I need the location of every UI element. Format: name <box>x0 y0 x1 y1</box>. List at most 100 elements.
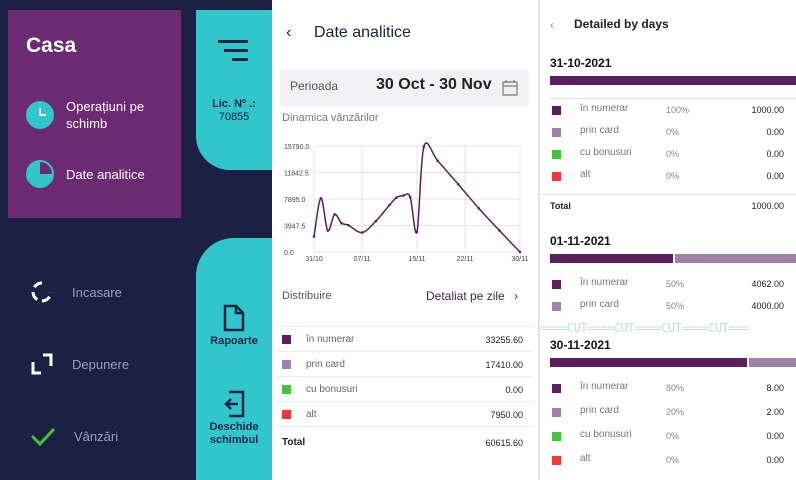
chart-title: Dinamica vânzărilor <box>282 112 379 124</box>
row-value: 0.00 <box>766 431 784 441</box>
y-tick-label: 7895.0 <box>284 197 306 204</box>
open-shift-button[interactable]: Deschide schimbul <box>196 390 272 447</box>
row-value: 0.00 <box>766 149 784 159</box>
page-title: Detailed by days <box>574 17 669 31</box>
data-point <box>395 196 398 199</box>
legend-swatch <box>552 172 561 181</box>
list-item: alt 0% 0.00 <box>540 450 796 472</box>
distribution-list: în numerar 33255.60 prin card 17410.00 c… <box>276 326 533 456</box>
data-point <box>408 195 412 199</box>
x-tick-label: 15/11 <box>409 256 426 263</box>
legend-swatch <box>282 360 291 369</box>
list-item: prin card 50% 4000.00 <box>540 296 796 318</box>
detailed-by-days-panel: ‹ Detailed by days 31-10-2021 în numerar… <box>538 0 796 480</box>
pie-chart-icon <box>26 160 54 188</box>
period-selector[interactable]: Perioada 30 Oct - 30 Nov <box>280 70 529 106</box>
row-label: prin card <box>580 125 619 136</box>
data-point <box>360 231 364 234</box>
cut-marker: ====CUT====CUT====CUT====CUT=== <box>540 321 749 335</box>
row-value: 0.00 <box>505 385 523 395</box>
row-label: cu bonusuri <box>580 147 632 158</box>
total-row: Total 1000.00 <box>540 194 796 216</box>
period-value: 30 Oct - 30 Nov <box>376 76 492 93</box>
back-chevron-icon[interactable]: ‹ <box>286 24 291 42</box>
row-label: în numerar <box>580 381 629 392</box>
reports-button[interactable]: Rapoarte <box>196 304 272 348</box>
legend-swatch <box>552 408 561 417</box>
y-tick-label: 3947.5 <box>284 224 306 231</box>
calendar-icon[interactable] <box>502 79 518 96</box>
analytics-header: ‹ Date analitice <box>276 0 533 64</box>
period-label: Perioada <box>290 79 339 93</box>
row-value: 0.00 <box>766 455 784 465</box>
row-label: cu bonusuri <box>306 384 358 395</box>
row-value: 1000.00 <box>751 105 784 115</box>
y-tick-label: 15790.0 <box>284 144 309 151</box>
row-label: prin card <box>580 299 619 310</box>
legend-swatch <box>552 456 561 465</box>
total-label: Total <box>282 437 306 448</box>
legend-swatch <box>282 385 291 394</box>
y-tick-label: 11842.5 <box>284 171 309 178</box>
row-value: 0.00 <box>766 171 784 181</box>
menu-item-label: Incasare <box>72 284 122 300</box>
divider <box>550 98 796 99</box>
day-distribution-bar <box>550 358 796 367</box>
row-label: alt <box>306 409 317 420</box>
day-date: 01-11-2021 <box>550 234 611 248</box>
data-point <box>422 145 426 148</box>
detail-by-days-link[interactable]: Detaliat pe zile › <box>426 289 518 303</box>
total-value: 1000.00 <box>751 201 784 211</box>
strip-bottom-block: Rapoarte Deschide schimbul <box>196 238 272 480</box>
list-item: în numerar 80% 8.00 <box>540 378 796 400</box>
day-date: 31-10-2021 <box>550 56 612 70</box>
data-point <box>498 229 501 232</box>
license-number: 70855 <box>218 111 250 123</box>
chevron-right-icon: › <box>514 289 519 303</box>
list-item: prin card 20% 2.00 <box>540 402 796 424</box>
data-point <box>347 223 350 227</box>
license-info: Lic. Nº .: 70855 <box>196 98 272 124</box>
row-percent: 0% <box>666 171 680 181</box>
menu-item-depunere[interactable]: Depunere <box>30 352 129 376</box>
back-chevron-icon[interactable]: ‹ <box>550 18 554 32</box>
row-percent: 50% <box>666 301 685 311</box>
menu-item-label: Operațiuni pe schimb <box>66 99 145 131</box>
data-point <box>312 235 316 238</box>
row-percent: 80% <box>666 383 685 393</box>
list-item: alt 7950.00 <box>276 401 533 426</box>
x-tick-label: 30/11 <box>512 256 529 263</box>
x-tick-label: 31/10 <box>305 256 323 263</box>
menu-item-incasare[interactable]: Incasare <box>30 280 122 304</box>
row-label: alt <box>580 169 591 180</box>
sales-line-chart: 0.0 3947.5 7895.0 11842.5 15790.0 31/10 07/11 1… <box>284 142 529 263</box>
row-value: 0.00 <box>766 127 784 137</box>
side-menu-panel: Casa Operațiuni pe schimb Date analitice… <box>0 0 272 480</box>
row-label: prin card <box>580 405 619 416</box>
license-label: Lic. Nº .: <box>212 98 256 110</box>
menu-item-vanzari[interactable]: Vânzări <box>30 424 118 448</box>
row-label: în numerar <box>306 334 355 345</box>
row-value: 2.00 <box>766 407 784 417</box>
analytics-panel: ‹ Date analitice Perioada 30 Oct - 30 No… <box>276 0 533 480</box>
bar-segment <box>748 358 796 367</box>
x-tick-label: 07/11 <box>354 256 371 263</box>
list-item: în numerar 100% 1000.00 <box>540 100 796 122</box>
legend-swatch <box>282 335 291 344</box>
clock-icon <box>26 101 54 129</box>
hamburger-menu-icon[interactable] <box>218 38 248 62</box>
row-label: cu bonusuri <box>580 429 632 440</box>
legend-swatch <box>552 150 561 159</box>
x-tick-label: 22/11 <box>457 256 474 263</box>
list-item: prin card 17410.00 <box>276 351 533 376</box>
row-value: 7950.00 <box>490 410 523 420</box>
list-item: în numerar 33255.60 <box>276 326 533 351</box>
data-point <box>388 203 391 207</box>
menu-item-operations[interactable]: Operațiuni pe schimb <box>26 98 156 132</box>
list-item: prin card 0% 0.00 <box>540 122 796 144</box>
list-item: cu bonusuri 0% 0.00 <box>540 426 796 448</box>
menu-item-analytics[interactable]: Date analitice <box>26 160 145 188</box>
menu-item-label: Depunere <box>72 356 130 372</box>
detail-link-label: Detaliat pe zile <box>426 289 505 303</box>
data-point <box>436 159 439 163</box>
